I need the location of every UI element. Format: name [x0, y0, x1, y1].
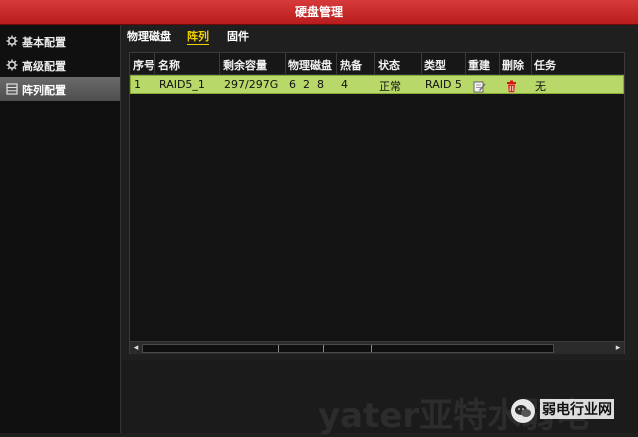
tab-firmware[interactable]: 固件	[227, 28, 249, 44]
sidebar-item-array-config[interactable]: 阵列配置	[0, 77, 120, 101]
sidebar-item-label: 高级配置	[22, 60, 66, 73]
cell-status: 正常	[379, 80, 401, 93]
window-title: 硬盘管理	[294, 5, 343, 19]
scrollbar-track[interactable]	[142, 344, 554, 353]
sidebar-item-label: 基本配置	[22, 36, 66, 49]
column-header-task: 任务	[534, 59, 556, 72]
trash-icon[interactable]	[505, 78, 518, 93]
cell-hotspare: 4	[341, 78, 348, 91]
gear-icon	[6, 35, 18, 47]
cell-name: RAID5_1	[159, 78, 205, 91]
sidebar-item-basic-config[interactable]: 基本配置	[0, 29, 120, 53]
title-bar: 硬盘管理	[0, 0, 638, 25]
cell-index: 1	[134, 78, 141, 91]
column-header-name: 名称	[158, 59, 180, 72]
table-row[interactable]: 1 RAID5_1 297/297G 6 2 8 4 正常 RAID 5 无	[130, 75, 624, 94]
sidebar-item-advanced-config[interactable]: 高级配置	[0, 53, 120, 77]
cell-free: 297/297G	[224, 78, 279, 91]
column-header-rebuild: 重建	[468, 59, 490, 72]
column-header-disks: 物理磁盘	[288, 59, 332, 72]
cell-type: RAID 5	[425, 78, 462, 91]
column-header-status: 状态	[378, 59, 400, 72]
tab-array[interactable]: 阵列	[187, 28, 209, 45]
watermark-badge-text: 弱电行业网	[540, 399, 614, 419]
sidebar-item-label: 阵列配置	[22, 84, 66, 97]
wechat-badge-icon	[511, 399, 535, 423]
array-icon	[6, 83, 18, 95]
gear-icon	[6, 59, 18, 71]
cell-task: 无	[535, 80, 546, 93]
column-header-free: 剩余容量	[223, 59, 267, 72]
scroll-right-icon[interactable]: ▸	[613, 343, 623, 353]
column-header-delete: 删除	[502, 59, 524, 72]
edit-icon[interactable]	[473, 78, 486, 93]
column-header-type: 类型	[424, 59, 446, 72]
tab-physical-disks[interactable]: 物理磁盘	[127, 28, 171, 44]
cell-disks: 6 2 8	[289, 78, 324, 91]
horizontal-scrollbar[interactable]: ◂ ▸	[130, 341, 624, 354]
column-header-index: 序号	[133, 59, 155, 72]
table-header: 序号 名称 剩余容量 物理磁盘 热备 状态 类型 重建 删除 任务	[130, 53, 624, 75]
column-header-hotspare: 热备	[340, 59, 362, 72]
scroll-left-icon[interactable]: ◂	[131, 343, 141, 353]
sidebar: 基本配置 高级配置 阵列配置	[0, 25, 121, 433]
array-table: 序号 名称 剩余容量 物理磁盘 热备 状态 类型 重建 删除 任务 1 RAID…	[129, 52, 625, 354]
